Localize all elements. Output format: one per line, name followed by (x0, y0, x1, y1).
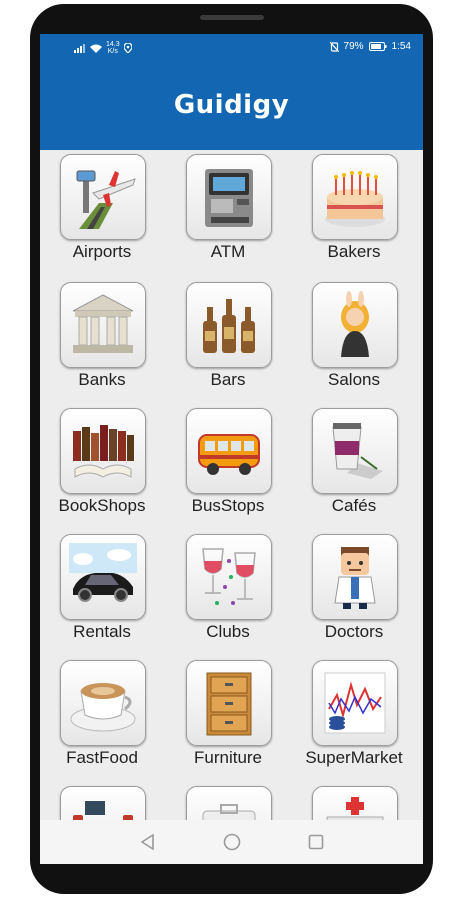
dumbbell-icon (73, 801, 133, 820)
category-busstops[interactable]: BusStops (166, 404, 286, 529)
category-cafes[interactable]: Cafés (292, 404, 412, 529)
category-tile[interactable] (60, 534, 146, 620)
category-bookshops[interactable]: BookShops (40, 404, 160, 529)
category-label: Rentals (73, 622, 131, 641)
category-tile[interactable] (60, 408, 146, 494)
category-label: Cafés (331, 496, 377, 515)
location-icon (123, 43, 132, 53)
airport-icon (76, 170, 136, 229)
category-grid: Airports ATM Bakers Banks Bars Salons Bo… (40, 150, 423, 820)
status-bar: 14.3 K/s 79% 1:54 (40, 34, 423, 60)
medical-kit-icon (202, 804, 256, 820)
category-label: Banks (78, 370, 126, 389)
category-clubs[interactable]: Clubs (166, 530, 286, 655)
category-tile[interactable] (312, 282, 398, 368)
category-tile[interactable] (186, 408, 272, 494)
status-time: 1:54 (391, 41, 411, 52)
coffee-plate-icon (70, 683, 136, 732)
category-label: Bars (210, 370, 246, 389)
wine-glasses-icon (202, 548, 256, 605)
category-hospitals[interactable] (292, 782, 412, 820)
category-bakers[interactable]: Bakers (292, 150, 412, 275)
bank-icon (72, 294, 134, 353)
bus-icon (198, 434, 260, 475)
recents-button[interactable] (305, 831, 327, 853)
speaker-grille (200, 15, 264, 20)
home-circle-icon (223, 833, 240, 851)
category-banks[interactable]: Banks (40, 278, 160, 403)
salon-woman-icon (341, 291, 369, 357)
category-tile[interactable] (186, 534, 272, 620)
category-label: BusStops (191, 496, 265, 515)
category-pharmacy[interactable] (166, 782, 286, 820)
category-tile[interactable] (186, 660, 272, 746)
category-tile[interactable] (186, 154, 272, 240)
category-doctors[interactable]: Doctors (292, 530, 412, 655)
app-title: Guidigy (173, 90, 290, 120)
category-tile[interactable] (312, 660, 398, 746)
category-salons[interactable]: Salons (292, 278, 412, 403)
category-tile[interactable] (312, 154, 398, 240)
category-bars[interactable]: Bars (166, 278, 286, 403)
category-label: ATM (210, 242, 246, 261)
home-button[interactable] (221, 831, 243, 853)
back-triangle-icon (140, 834, 154, 850)
category-fastfood[interactable]: FastFood (40, 656, 160, 781)
car-icon (69, 543, 137, 602)
category-furniture[interactable]: Furniture (166, 656, 286, 781)
category-airports[interactable]: Airports (40, 150, 160, 275)
category-label: Furniture (193, 748, 263, 767)
category-label: Bakers (327, 242, 381, 261)
battery-icon (368, 42, 387, 51)
category-label: Airports (72, 242, 132, 261)
cake-icon (325, 171, 385, 227)
category-rentals[interactable]: Rentals (40, 530, 160, 655)
category-label: BookShops (58, 496, 146, 515)
category-tile[interactable] (60, 786, 146, 820)
battery-percent: 79% (343, 41, 364, 52)
signal-icon (74, 43, 85, 53)
category-tile[interactable] (312, 408, 398, 494)
back-button[interactable] (137, 831, 159, 853)
system-nav-bar (40, 820, 423, 864)
wifi-icon (90, 44, 102, 53)
recents-square-icon (308, 834, 323, 850)
category-label: Doctors (324, 622, 384, 641)
category-supermarket[interactable]: SuperMarket (292, 656, 412, 781)
category-tile[interactable] (60, 660, 146, 746)
category-tile[interactable] (60, 154, 146, 240)
category-fitness[interactable] (40, 782, 160, 820)
phone-frame: 14.3 K/s 79% 1:54 Guidigy Airports ATM B… (30, 4, 433, 894)
category-tile[interactable] (186, 282, 272, 368)
category-label: Salons (328, 370, 380, 389)
atm-icon (205, 169, 253, 227)
category-tile[interactable] (312, 534, 398, 620)
category-tile[interactable] (60, 282, 146, 368)
category-label: FastFood (66, 748, 138, 767)
category-tile[interactable] (186, 786, 272, 820)
network-speed-value: 14.3 (106, 41, 120, 48)
beer-bottles-icon (203, 299, 255, 353)
doctor-icon (334, 547, 376, 609)
coffee-cup-icon (332, 423, 383, 479)
category-atm[interactable]: ATM (166, 150, 286, 275)
screen: 14.3 K/s 79% 1:54 Guidigy Airports ATM B… (40, 34, 423, 864)
category-label: Clubs (206, 622, 250, 641)
books-icon (73, 425, 134, 478)
app-header: Guidigy (40, 60, 423, 150)
category-tile[interactable] (312, 786, 398, 820)
market-chart-icon (324, 672, 386, 734)
vibrate-off-icon (329, 41, 339, 52)
network-speed-unit: K/s (107, 48, 118, 55)
hospital-icon (326, 797, 384, 820)
category-label: SuperMarket (305, 748, 403, 767)
cabinet-icon (206, 672, 252, 736)
